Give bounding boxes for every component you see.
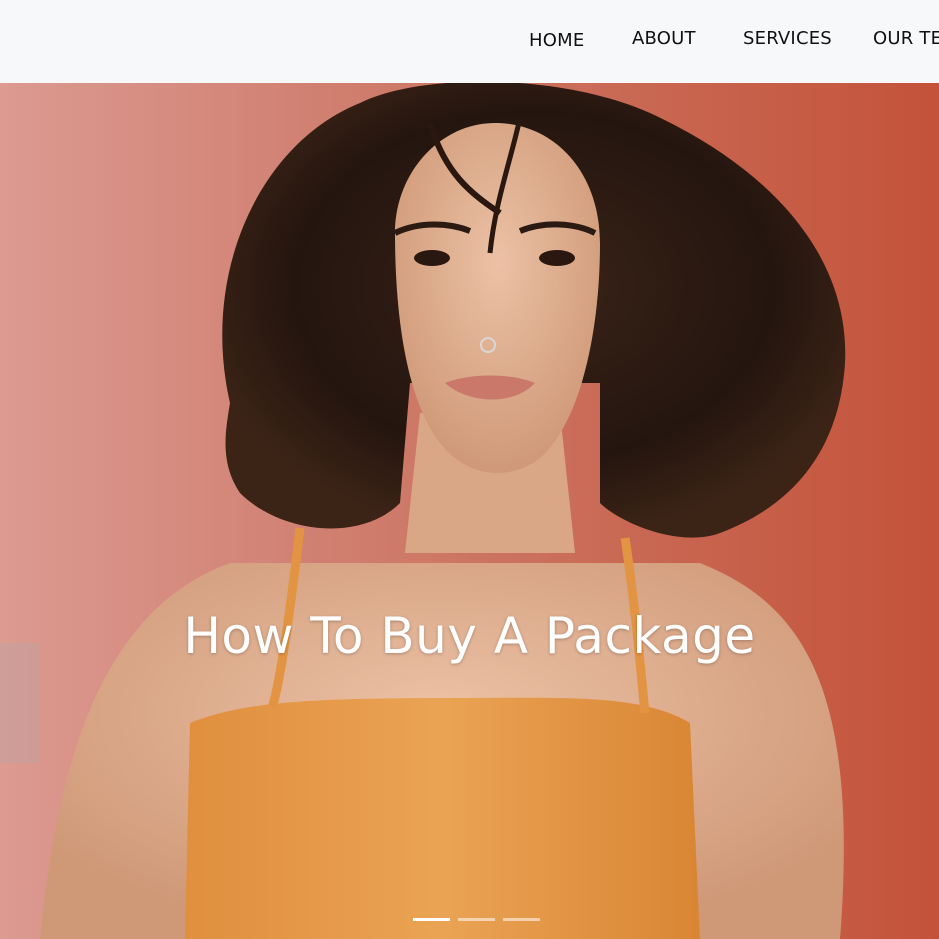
- hero-image: [0, 83, 939, 939]
- hero-carousel: How To Buy A Package: [0, 83, 939, 939]
- carousel-indicator-2[interactable]: [458, 918, 495, 921]
- carousel-indicator-3[interactable]: [503, 918, 540, 921]
- nav-about-link[interactable]: ABOUT: [632, 28, 696, 49]
- page: HOME ABOUT SERVICES OUR TE How To Buy A …: [0, 0, 939, 939]
- carousel-indicator-1[interactable]: [413, 918, 450, 921]
- navbar: HOME ABOUT SERVICES OUR TE: [0, 0, 939, 80]
- hero-title: How To Buy A Package: [183, 606, 756, 665]
- nav-home-link[interactable]: HOME: [529, 30, 584, 51]
- nav-our-team-link[interactable]: OUR TE: [873, 28, 939, 49]
- nav-services-link[interactable]: SERVICES: [743, 28, 832, 49]
- carousel-indicators: [413, 918, 540, 924]
